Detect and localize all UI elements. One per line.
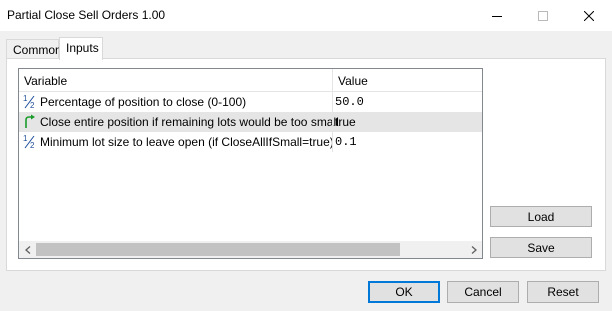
row-variable-label: Close entire position if remaining lots … [40, 115, 339, 129]
title-bar: Partial Close Sell Orders 1.00 [0, 0, 612, 31]
row-value[interactable]: 0.1 [335, 135, 357, 149]
horizontal-scrollbar[interactable] [19, 241, 482, 258]
table-row[interactable]: 1 2 Percentage of position to close (0-1… [19, 92, 482, 112]
column-header-variable[interactable]: Variable [24, 74, 67, 88]
cancel-button[interactable]: Cancel [447, 281, 519, 303]
tab-inputs[interactable]: Inputs [59, 37, 103, 60]
row-divider [332, 92, 333, 112]
grid-header: Variable Value [19, 69, 482, 92]
scrollbar-thumb[interactable] [36, 243, 400, 256]
inputs-grid: Variable Value 1 2 Percentage of positio… [18, 68, 483, 259]
load-button[interactable]: Load [490, 206, 592, 227]
save-button[interactable]: Save [490, 237, 592, 258]
row-variable-label: Percentage of position to close (0-100) [40, 95, 247, 109]
scroll-right-button[interactable] [465, 241, 482, 258]
tab-common[interactable]: Common [6, 39, 62, 59]
row-divider [332, 112, 333, 132]
svg-text:2: 2 [30, 141, 35, 149]
scroll-left-button[interactable] [19, 241, 36, 258]
svg-text:2: 2 [30, 101, 35, 109]
chevron-right-icon [471, 245, 477, 254]
green-arrow-icon [25, 114, 35, 128]
minimize-icon [492, 15, 502, 17]
half-fraction-icon: 1 2 [23, 94, 35, 109]
maximize-icon [538, 10, 548, 21]
inputs-panel: Variable Value 1 2 Percentage of positio… [6, 58, 606, 271]
row-divider [332, 132, 333, 152]
half-fraction-icon: 1 2 [23, 134, 35, 149]
ok-button[interactable]: OK [368, 281, 440, 303]
reset-button[interactable]: Reset [527, 281, 599, 303]
window-title: Partial Close Sell Orders 1.00 [7, 8, 166, 22]
chevron-left-icon [24, 245, 30, 254]
row-value[interactable]: 50.0 [335, 95, 364, 109]
table-row[interactable]: Close entire position if remaining lots … [19, 112, 482, 132]
maximize-button[interactable] [520, 0, 566, 31]
row-value[interactable]: true [335, 115, 356, 129]
row-variable-label: Minimum lot size to leave open (if Close… [40, 135, 334, 149]
svg-text:1: 1 [23, 134, 28, 143]
close-icon [584, 10, 594, 21]
column-header-value[interactable]: Value [338, 74, 368, 88]
close-button[interactable] [566, 0, 612, 31]
svg-text:1: 1 [23, 94, 28, 103]
table-row[interactable]: 1 2 Minimum lot size to leave open (if C… [19, 132, 482, 152]
column-divider[interactable] [332, 69, 333, 91]
minimize-button[interactable] [474, 0, 520, 31]
